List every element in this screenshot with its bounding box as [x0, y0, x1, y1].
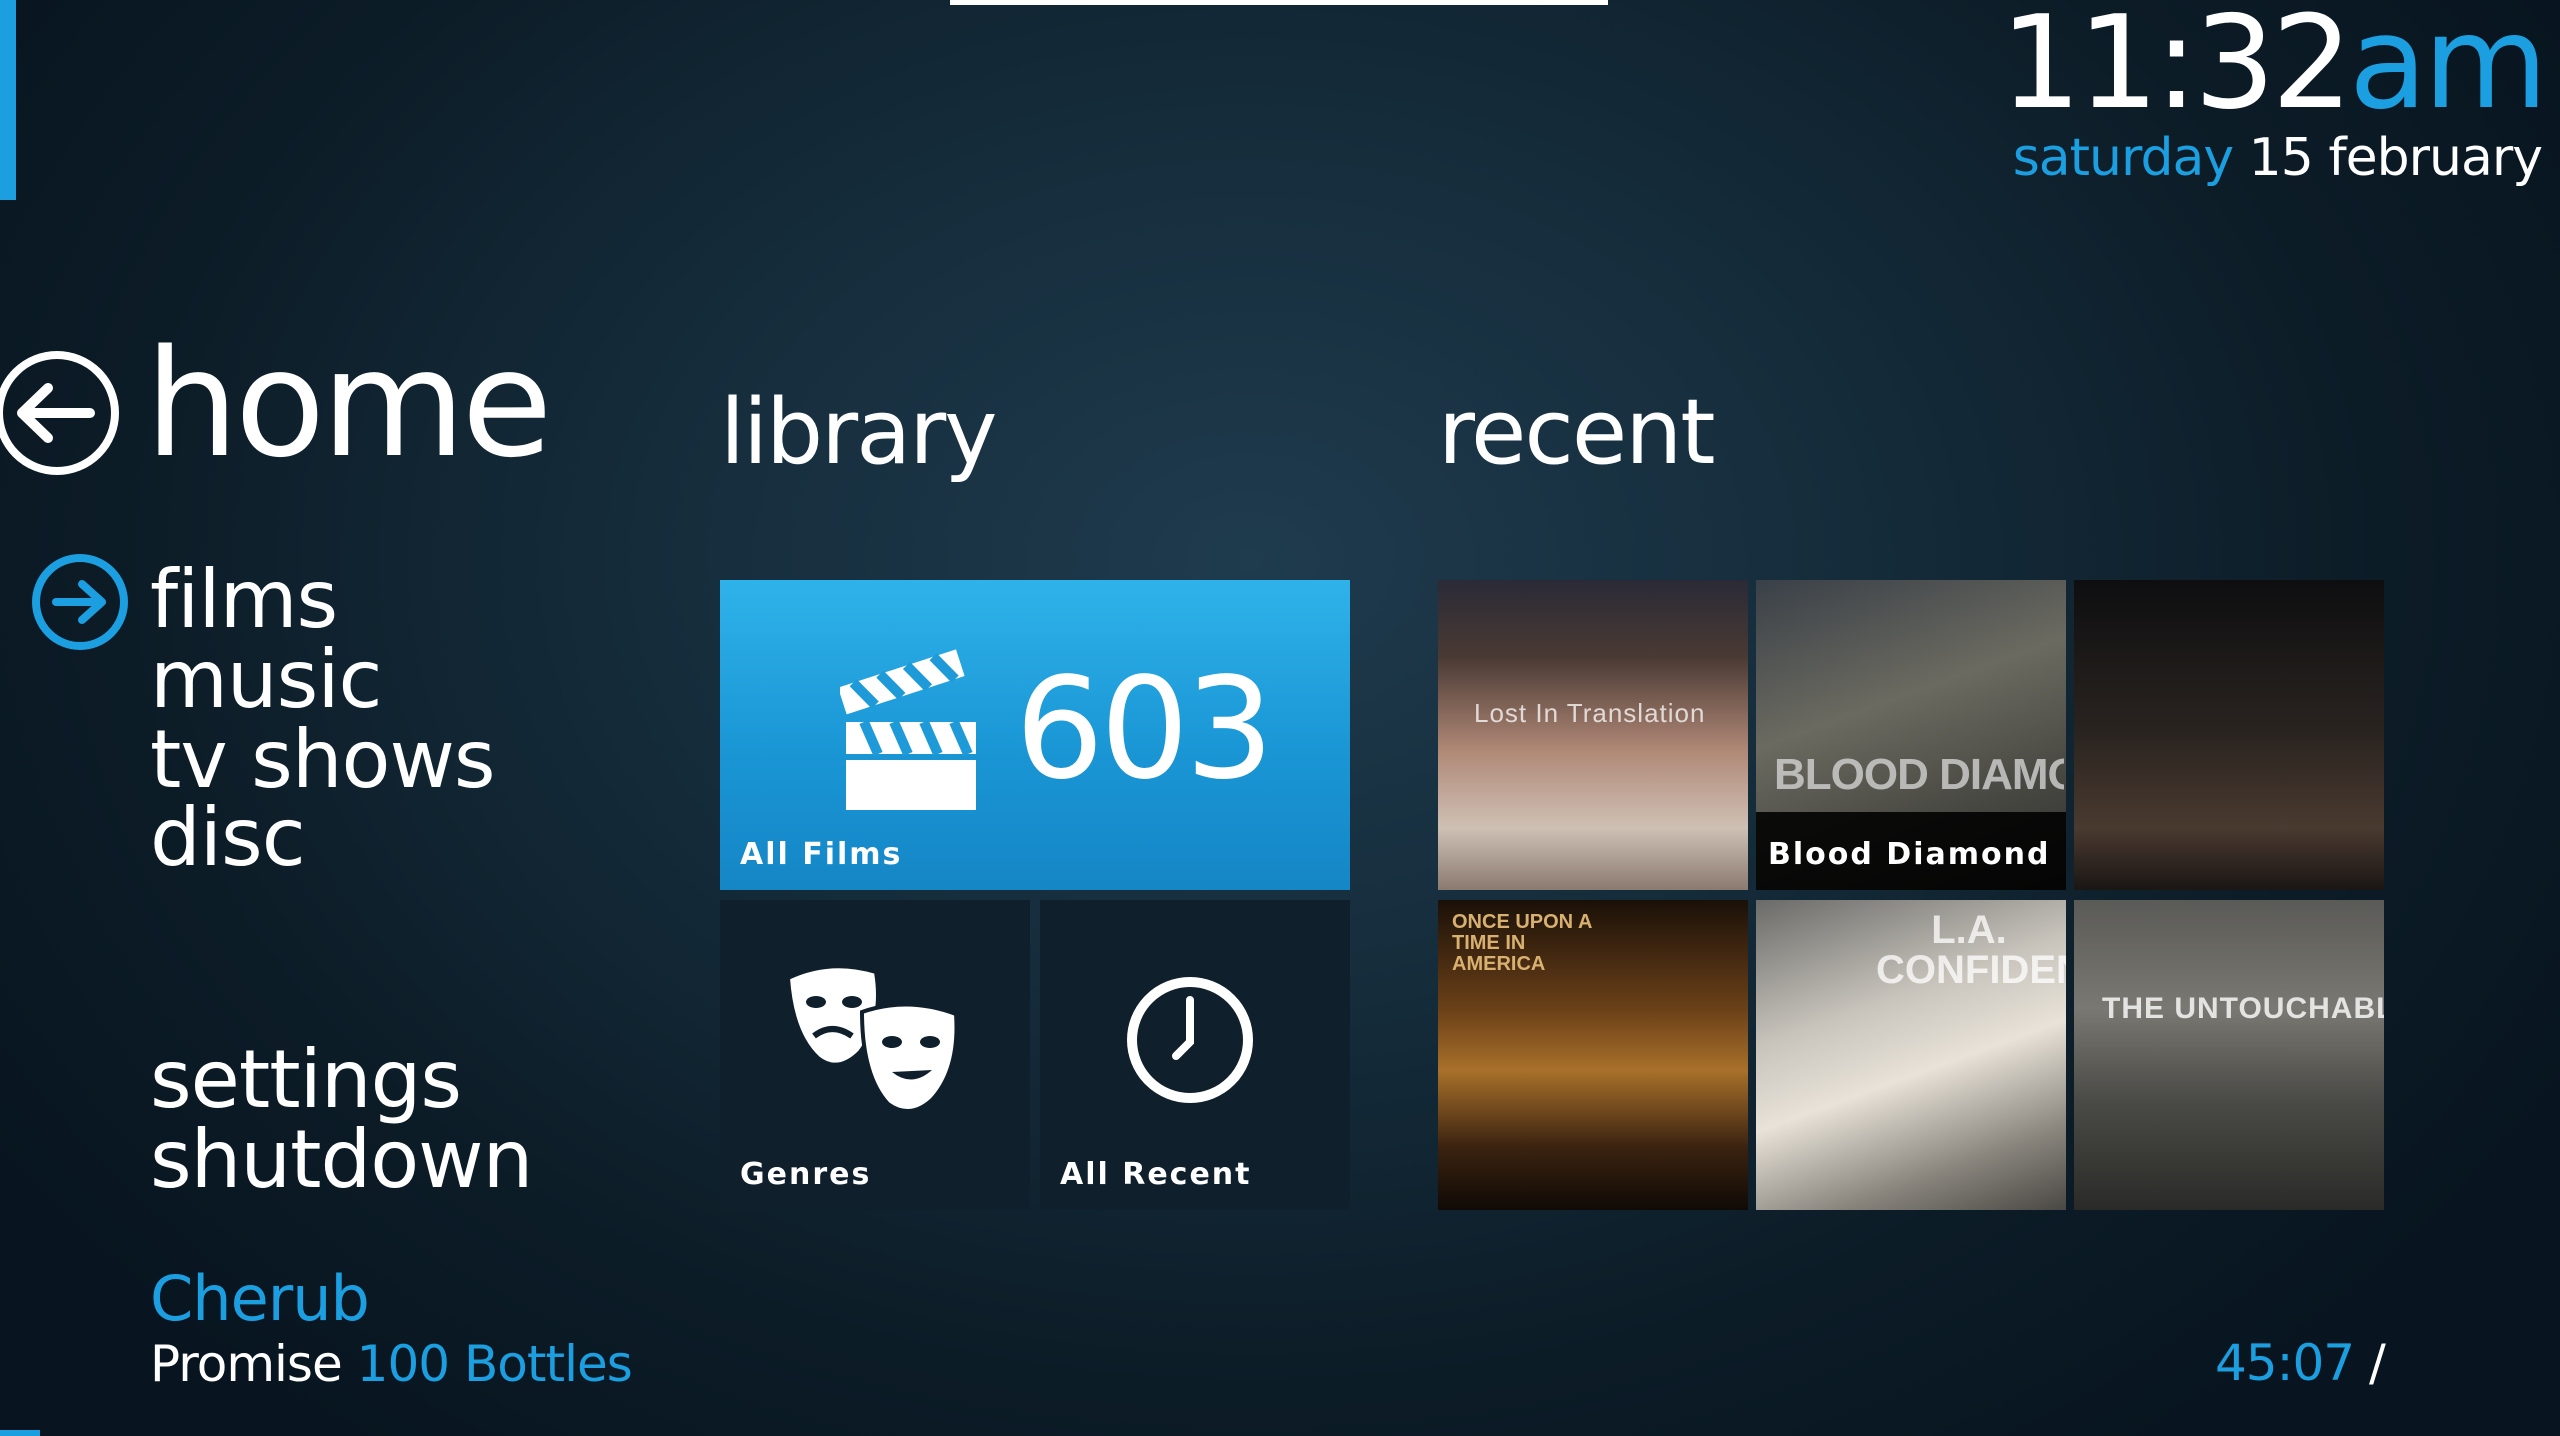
now-playing-time: 45:07 /	[2215, 1334, 2386, 1392]
all-films-tile[interactable]: 603 All Films	[720, 580, 1350, 890]
now-playing-title: Cherub	[150, 1262, 370, 1335]
now-playing-info: Promise 100 Bottles	[150, 1335, 633, 1393]
all-recent-label: All Recent	[1060, 1157, 1252, 1192]
poster-caption: Blood Diamond	[1756, 812, 2066, 890]
accent-bar	[0, 0, 16, 200]
clock-ampm: am	[2348, 0, 2548, 138]
clapperboard-icon	[840, 649, 976, 810]
recent-poster-3[interactable]	[2074, 580, 2384, 890]
genres-tile[interactable]: Genres	[720, 900, 1030, 1210]
nav-item-shutdown[interactable]: shutdown	[150, 1120, 533, 1200]
all-films-count: 603	[1015, 648, 1274, 811]
clock-time: 11:32	[2000, 0, 2353, 138]
nav-item-disc[interactable]: disc	[150, 798, 306, 878]
nav-item-tv-shows[interactable]: tv shows	[150, 720, 496, 800]
date-rest: 15 february	[2248, 128, 2543, 188]
recent-poster-4[interactable]: ONCE UPON A TIME IN AMERICA	[1438, 900, 1748, 1210]
now-playing-artist: Promise	[150, 1335, 343, 1393]
all-films-label: All Films	[740, 837, 903, 872]
recent-poster-6[interactable]: THE UNTOUCHABLES	[2074, 900, 2384, 1210]
all-recent-tile[interactable]: All Recent	[1040, 900, 1350, 1210]
poster-art-text: L.A. CONFIDENTIAL	[1876, 908, 2066, 992]
back-arrow-icon[interactable]	[0, 348, 122, 478]
now-playing-elapsed: 45:07	[2215, 1334, 2355, 1392]
nav-item-films[interactable]: films	[150, 560, 338, 640]
top-progress-bar	[950, 0, 1608, 5]
recent-poster-5[interactable]: L.A. CONFIDENTIAL	[1756, 900, 2066, 1210]
nav-item-music[interactable]: music	[150, 640, 383, 720]
date-day: saturday	[2012, 128, 2234, 188]
recent-poster-1[interactable]: Lost In Translation	[1438, 580, 1748, 890]
poster-caption-label: Blood Diamond	[1768, 837, 2051, 872]
date: saturday 15 february	[2012, 128, 2543, 188]
now-playing-album: 100 Bottles	[356, 1335, 633, 1393]
library-heading: library	[720, 380, 998, 485]
recent-poster-2[interactable]: BLOOD DIAMOND Blood Diamond	[1756, 580, 2066, 890]
clock: 11:32am	[2000, 0, 2548, 138]
selection-arrow-icon	[32, 554, 128, 650]
poster-title-text: Lost In Translation	[1474, 698, 1706, 728]
page-title: home	[145, 318, 553, 490]
clock-icon	[1127, 977, 1253, 1103]
now-playing-separator: /	[2369, 1334, 2386, 1392]
poster-art-text: ONCE UPON A TIME IN AMERICA	[1452, 911, 1592, 975]
theater-masks-icon	[785, 964, 959, 1113]
poster-art-text: BLOOD DIAMOND	[1774, 750, 2064, 799]
nav-item-settings[interactable]: settings	[150, 1040, 462, 1120]
recent-heading: recent	[1438, 380, 1716, 485]
genres-label: Genres	[740, 1157, 872, 1192]
poster-art-text: THE UNTOUCHABLES	[2102, 992, 2384, 1025]
bottom-accent-bar	[0, 1430, 40, 1436]
